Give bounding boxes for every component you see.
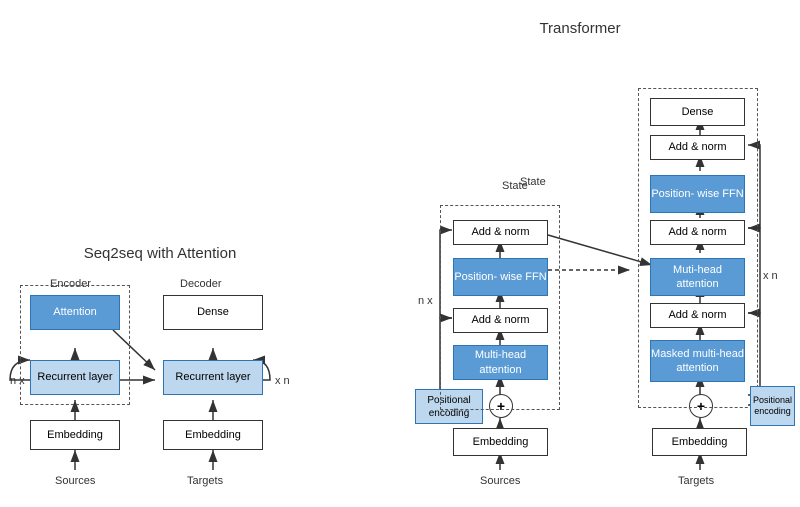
diagram-container: State Seq2seq with Attention Encod [0, 0, 800, 507]
seq-encoder-dashed [20, 285, 130, 405]
sources-label-2: Sources [480, 475, 520, 487]
seq-enc-embedding-box: Embedding [30, 420, 120, 450]
trans-dec-embedding-box: Embedding [652, 428, 747, 456]
trans-enc-embedding-box: Embedding [453, 428, 548, 456]
seq-dec-dense-box: Dense [163, 295, 263, 330]
nx-trans-label: n x [418, 295, 433, 307]
state-label: State [502, 180, 528, 192]
decoder-label: Decoder [180, 278, 222, 290]
seq-dec-embedding-box: Embedding [163, 420, 263, 450]
trans-decoder-dashed [638, 88, 758, 408]
xn-trans-label: x n [763, 270, 778, 282]
sources-label-1: Sources [55, 475, 95, 487]
transformer-title: Transformer [430, 20, 730, 37]
xn-seq-label: x n [275, 375, 290, 387]
seq2seq-title: Seq2seq with Attention [20, 245, 300, 262]
trans-encoder-dashed [440, 205, 560, 410]
targets-label-1: Targets [187, 475, 223, 487]
seq-dec-recurrent-box: Recurrent layer [163, 360, 263, 395]
trans-dec-pos-label: Positionalencoding [750, 386, 795, 426]
targets-label-3: Targets [678, 475, 714, 487]
